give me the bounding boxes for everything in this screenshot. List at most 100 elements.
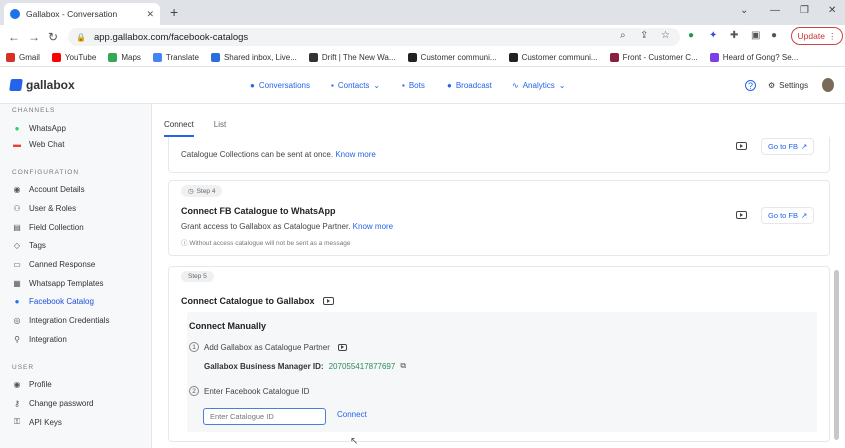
connect-button[interactable]: Connect	[337, 410, 367, 419]
tab-search-icon[interactable]: ⌄	[740, 5, 748, 16]
share-icon[interactable]: ⇪	[640, 30, 648, 41]
step5-item-2: 2 Enter Facebook Catalogue ID	[189, 386, 309, 396]
bookmark-front[interactable]: Front - Customer C...	[609, 53, 698, 62]
back-icon[interactable]: ←	[8, 30, 20, 44]
sidebar-item-label: Field Collection	[29, 222, 84, 232]
nav-conversations[interactable]: ● Conversations	[250, 81, 310, 90]
sidebar-item-user-roles[interactable]: ⚇ User & Roles	[12, 203, 76, 213]
bookmark-gong[interactable]: Heard of Gong? Se...	[709, 53, 799, 62]
bookmark-label: Heard of Gong? Se...	[722, 53, 799, 62]
bookmark-label: Maps	[121, 53, 141, 62]
bot-icon: ▪	[402, 81, 405, 90]
youtube-video-icon[interactable]	[736, 142, 747, 150]
minimize-icon[interactable]: —	[770, 5, 780, 16]
sidebar-item-label: Web Chat	[29, 139, 65, 149]
drift-icon	[308, 53, 318, 62]
tab-connect[interactable]: Connect	[164, 120, 194, 137]
bookmark-maps[interactable]: Maps	[108, 53, 141, 62]
maximize-icon[interactable]: ❐	[800, 5, 809, 16]
new-tab-icon[interactable]: +	[170, 4, 178, 20]
sidebar-item-whatsapp-templates[interactable]: ▦ Whatsapp Templates	[12, 278, 103, 288]
sidebar-item-facebook-catalog[interactable]: ● Facebook Catalog	[12, 296, 94, 306]
sidebar-item-label: WhatsApp	[29, 123, 66, 133]
gallabox-logo[interactable]: gallabox	[9, 78, 75, 92]
zoom-icon[interactable]: ⌕	[620, 30, 626, 41]
bookmark-label: Translate	[165, 53, 199, 62]
sidebar-item-label: Tags	[29, 240, 46, 250]
bookmark-drift[interactable]: Drift | The New Wa...	[308, 53, 396, 62]
sidebar-item-label: Account Details	[29, 184, 85, 194]
analytics-icon: ∿	[512, 81, 519, 90]
avatar[interactable]	[822, 78, 834, 92]
sidebar-item-profile[interactable]: ◉ Profile	[12, 379, 52, 389]
shared-inbox-icon	[210, 53, 220, 62]
nav-contacts[interactable]: ▪ Contacts ⌄	[331, 81, 380, 90]
browser-tab[interactable]: Gallabox - Conversation ✕	[4, 3, 160, 25]
key-icon: ⚷	[14, 398, 20, 408]
whatsapp-icon: ●	[14, 123, 20, 133]
go-to-fb-button-step4[interactable]: Go to FB ↗	[761, 207, 815, 224]
mouse-cursor-icon: ↖	[350, 436, 359, 447]
url-text: app.gallabox.com/facebook-catalogs	[93, 31, 249, 43]
sidebar-item-field-collection[interactable]: ▤ Field Collection	[12, 222, 84, 232]
tab-list[interactable]: List	[214, 120, 226, 137]
bookmark-youtube[interactable]: YouTube	[51, 53, 97, 62]
go-to-fb-button-step3[interactable]: Go to FB ↗	[761, 138, 815, 155]
copy-icon[interactable]: ⧉	[400, 361, 406, 371]
sidebar-item-whatsapp[interactable]: ● WhatsApp	[12, 123, 66, 133]
customer-communication-icon	[407, 53, 417, 62]
nav-analytics[interactable]: ∿ Analytics ⌄	[512, 81, 565, 90]
scrollbar[interactable]	[834, 270, 839, 440]
youtube-video-icon[interactable]	[736, 211, 747, 219]
sidebar-item-canned-response[interactable]: ▭ Canned Response	[12, 259, 95, 269]
extensions-puzzle-icon[interactable]: ✚	[730, 30, 738, 41]
bookmark-customer-communi-2[interactable]: Customer communi...	[508, 53, 598, 62]
bookmark-shared-inbox[interactable]: Shared inbox, Live...	[210, 53, 297, 62]
youtube-video-icon[interactable]	[337, 343, 347, 351]
side-panel-icon[interactable]: ▣	[751, 30, 760, 41]
external-link-icon: ↗	[801, 211, 808, 220]
gong-icon	[709, 53, 719, 62]
help-icon[interactable]: ?	[745, 80, 756, 91]
bookmarks-bar: Gmail YouTube Maps Translate Shared inbo…	[0, 49, 845, 67]
nav-bots[interactable]: ▪ Bots	[402, 81, 425, 90]
reload-icon[interactable]: ↻	[48, 30, 58, 44]
close-tab-icon[interactable]: ✕	[146, 9, 154, 20]
update-button[interactable]: Update ⋮	[791, 27, 843, 45]
maps-icon	[108, 53, 118, 62]
nav-broadcast[interactable]: ● Broadcast	[447, 81, 492, 90]
grammarly-extension-icon[interactable]: ●	[688, 30, 694, 41]
chat-icon: ●	[250, 81, 255, 90]
bookmark-label: YouTube	[64, 53, 97, 62]
step3-know-more-link[interactable]: Know more	[335, 150, 375, 159]
profile-avatar-icon[interactable]: ●	[771, 30, 777, 41]
credentials-icon: ◎	[13, 315, 21, 325]
bookmark-translate[interactable]: Translate	[152, 53, 199, 62]
go-to-fb-label: Go to FB	[768, 142, 799, 151]
address-bar[interactable]: 🔒 app.gallabox.com/facebook-catalogs	[68, 28, 680, 46]
users-icon: ⚇	[13, 203, 21, 213]
user-heading: USER	[12, 364, 35, 371]
sidebar-item-label: Profile	[29, 379, 52, 389]
sidebar-item-web-chat[interactable]: ▬ Web Chat	[12, 139, 64, 149]
sidebar-item-integration[interactable]: ⚲ Integration	[12, 334, 67, 344]
sidebar-item-api-keys[interactable]: ⚿ API Keys	[12, 417, 62, 427]
close-window-icon[interactable]: ✕	[828, 5, 836, 16]
sidebar-item-change-password[interactable]: ⚷ Change password	[12, 398, 93, 408]
youtube-video-icon[interactable]	[323, 297, 334, 305]
sidebar-item-integration-credentials[interactable]: ◎ Integration Credentials	[12, 315, 110, 325]
bm-id-value: 207055417877697	[328, 361, 396, 371]
bookmark-label: Customer communi...	[521, 53, 598, 62]
bookmark-customer-communi-1[interactable]: Customer communi...	[407, 53, 497, 62]
step5-pill: Step 5	[181, 271, 214, 282]
bookmark-star-icon[interactable]: ☆	[661, 30, 670, 41]
sidebar-item-account-details[interactable]: ◉ Account Details	[12, 184, 85, 194]
step4-know-more-link[interactable]: Know more	[353, 222, 393, 231]
flame-extension-icon[interactable]: ✦	[709, 30, 717, 41]
bookmark-label: Front - Customer C...	[622, 53, 698, 62]
bookmark-gmail[interactable]: Gmail	[6, 53, 40, 62]
catalogue-id-input[interactable]	[203, 408, 326, 425]
forward-icon[interactable]: →	[28, 30, 40, 44]
sidebar-item-tags[interactable]: ◇ Tags	[12, 240, 46, 250]
settings-button[interactable]: ⚙ Settings	[768, 81, 808, 90]
